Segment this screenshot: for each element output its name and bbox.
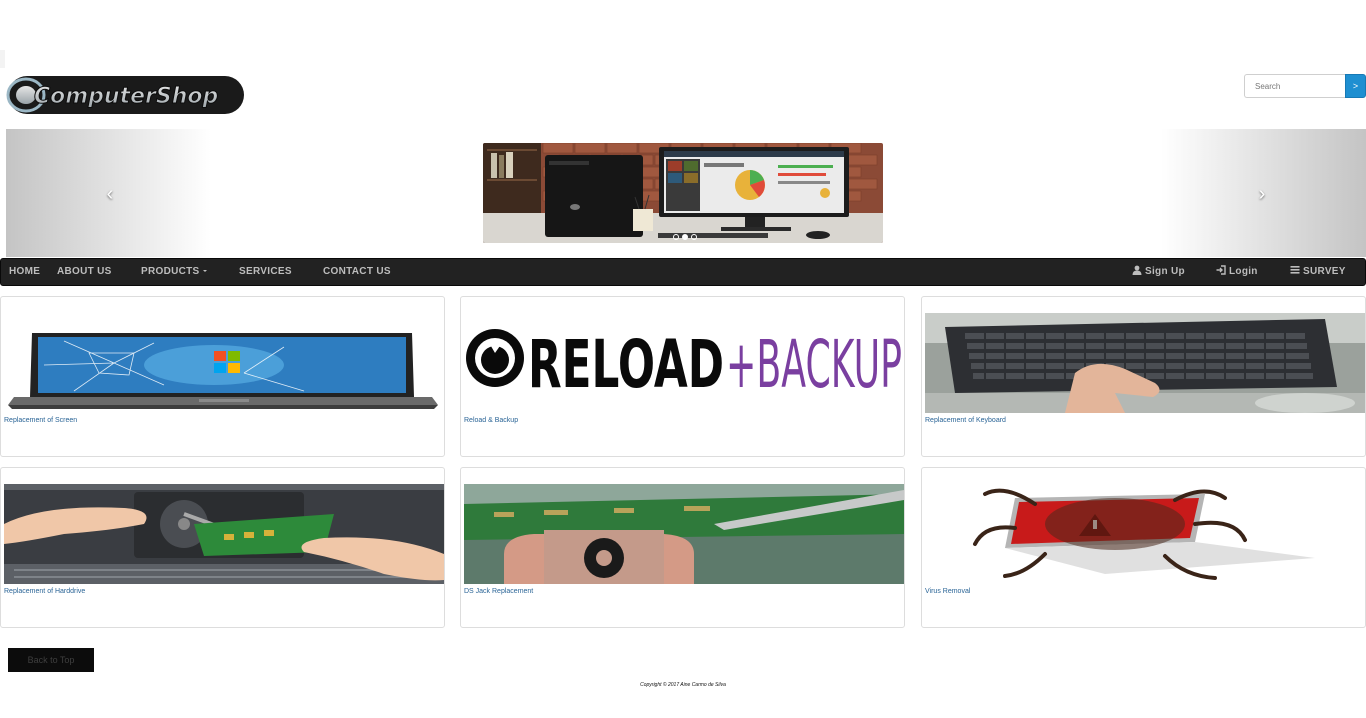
search-button[interactable]: > [1345,74,1366,98]
product-card-dc-jack: DS Jack Replacement [460,467,905,628]
product-card-screen: Replacement of Screen [0,296,445,457]
product-image-reload-backup[interactable]: RELOAD +BACKUP [464,313,904,413]
search-input[interactable] [1244,74,1345,98]
login-icon [1216,265,1226,275]
nav-about-us[interactable]: ABOUT US [57,259,112,285]
search-form: > [1244,74,1366,98]
edge-marker [0,50,5,68]
nav-home[interactable]: HOME [9,259,40,285]
product-image-keyboard[interactable] [925,313,1365,413]
chevron-left-icon[interactable]: ‹ [100,184,120,204]
nav-sign-up-label: Sign Up [1145,266,1185,277]
reload-word: RELOAD [528,326,724,403]
logo-image: ComputerShop [6,76,244,114]
nav-products-dropdown[interactable]: PRODUCTS [141,259,207,285]
nav-home-label: HOME [9,266,41,277]
carousel-indicator[interactable] [691,234,697,240]
hero-carousel: ‹ › [6,129,1366,257]
product-card-reload-backup: RELOAD +BACKUP Reload & Backup [460,296,905,457]
nav-contact-us[interactable]: CONTACT US [323,259,391,285]
nav-about-us-label: ABOUT US [57,266,112,277]
carousel-indicator[interactable] [673,234,679,240]
product-card-virus: Virus Removal [921,467,1366,628]
carousel-slide-image [483,143,883,243]
chevron-right-icon[interactable]: › [1252,184,1272,204]
product-caption-link[interactable]: DS Jack Replacement [464,588,533,595]
user-icon [1132,265,1142,275]
carousel-indicators [673,234,697,240]
product-caption-link[interactable]: Replacement of Screen [4,417,77,424]
product-caption-link[interactable]: Reload & Backup [464,417,518,424]
copyright-text: Copyright © 2017 Aine Carmo de Silva [640,682,726,688]
list-icon [1290,266,1300,274]
nav-sign-up[interactable]: Sign Up [1132,259,1185,285]
product-card-harddrive: Replacement of Harddrive [0,467,445,628]
product-image-harddrive[interactable] [4,484,444,584]
nav-products-label: PRODUCTS [141,266,200,277]
product-caption-link[interactable]: Replacement of Keyboard [925,417,1006,424]
nav-contact-us-label: CONTACT US [323,266,391,277]
product-caption-link[interactable]: Replacement of Harddrive [4,588,85,595]
nav-services-label: SERVICES [239,266,292,277]
product-caption-link[interactable]: Virus Removal [925,588,970,595]
nav-services[interactable]: SERVICES [239,259,292,285]
back-to-top-button[interactable]: Back to Top [8,648,94,672]
nav-login[interactable]: Login [1216,259,1258,285]
product-card-keyboard: Replacement of Keyboard [921,296,1366,457]
product-image-dc-jack[interactable] [464,484,904,584]
main-navbar: HOME ABOUT US PRODUCTS SERVICES CONTACT … [0,258,1366,286]
caret-down-icon [202,270,207,273]
product-image-virus[interactable] [925,484,1365,584]
site-logo[interactable]: ComputerShop [4,70,248,118]
logo-text: ComputerShop [34,84,218,109]
product-image-broken-screen[interactable] [4,313,444,413]
nav-survey[interactable]: SURVEY [1290,259,1346,285]
backup-word: +BACKUP [726,326,902,403]
nav-login-label: Login [1229,266,1258,277]
page: ComputerShop > ‹ › [0,0,1366,718]
nav-survey-label: SURVEY [1303,266,1346,277]
carousel-indicator-active[interactable] [682,234,688,240]
